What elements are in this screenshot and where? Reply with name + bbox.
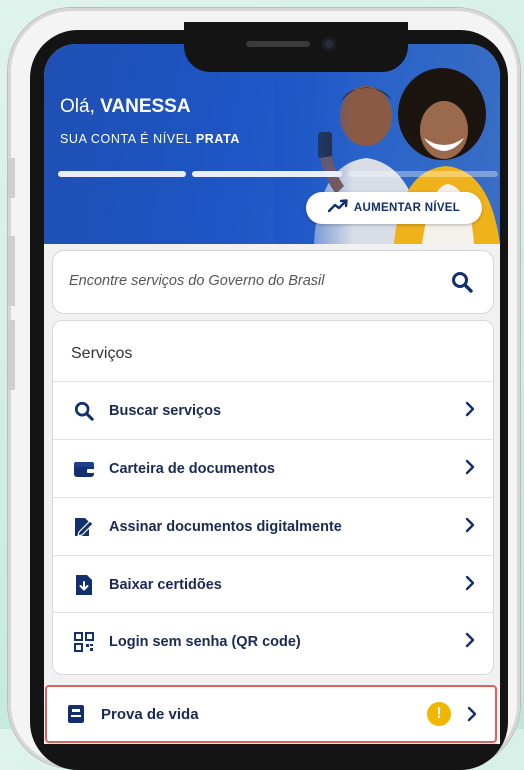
- level-progress-bar: [58, 171, 498, 177]
- greeting-prefix: Olá,: [60, 96, 101, 117]
- progress-segment-silver: [192, 171, 342, 177]
- service-item-assinar-documentos[interactable]: Assinar documentos digitalmente: [53, 497, 493, 556]
- search-bar[interactable]: Encontre serviços do Governo do Brasil: [52, 250, 494, 314]
- service-item-baixar-certidoes[interactable]: Baixar certidões: [53, 555, 493, 614]
- warning-icon: !: [427, 702, 451, 726]
- progress-segment-bronze: [58, 171, 186, 177]
- trending-up-icon: [327, 198, 348, 218]
- phone-side-button: [8, 158, 15, 198]
- search-placeholder: Encontre serviços do Governo do Brasil: [69, 273, 325, 289]
- chevron-right-icon: [465, 632, 475, 653]
- services-title: Serviços: [71, 345, 133, 362]
- download-certificate-icon: [73, 574, 95, 596]
- proof-of-life-item[interactable]: Prova de vida !: [45, 685, 497, 743]
- chevron-right-icon: [465, 459, 475, 480]
- upgrade-level-label: AUMENTAR NÍVEL: [353, 202, 461, 214]
- level-prefix: SUA CONTA É NÍVEL: [60, 132, 196, 146]
- service-item-buscar-servicos[interactable]: Buscar serviços: [53, 381, 493, 440]
- wallet-icon: [73, 458, 95, 480]
- level-name: PRATA: [195, 132, 241, 146]
- services-card: Serviços Buscar serviços Carteira de doc…: [52, 320, 494, 618]
- greeting: Olá, VANESSA: [60, 96, 191, 118]
- sign-document-icon: [73, 516, 95, 538]
- chevron-right-icon: [465, 517, 475, 538]
- search-icon[interactable]: [451, 271, 473, 298]
- account-level: SUA CONTA É NÍVEL PRATA: [60, 132, 240, 146]
- proof-of-life-label: Prova de vida: [101, 705, 199, 723]
- id-card-icon: [65, 703, 87, 725]
- phone-notch: [184, 22, 408, 72]
- service-item-carteira-documentos[interactable]: Carteira de documentos: [53, 439, 493, 498]
- app-screen: Olá, VANESSA SUA CONTA É NÍVEL PRATA AUM…: [44, 44, 500, 744]
- service-item-label: Assinar documentos digitalmente: [109, 519, 342, 535]
- service-item-label: Carteira de documentos: [109, 461, 275, 477]
- hero-banner: Olá, VANESSA SUA CONTA É NÍVEL PRATA AUM…: [44, 44, 500, 244]
- speaker-grille: [246, 41, 310, 47]
- user-name: VANESSA: [100, 96, 191, 117]
- front-camera: [322, 37, 336, 51]
- service-item-label: Baixar certidões: [109, 577, 222, 593]
- service-item-login-qr-code[interactable]: Login sem senha (QR code): [53, 612, 493, 671]
- search-icon: [73, 400, 95, 422]
- phone-volume-up-button: [8, 236, 15, 306]
- chevron-right-icon: [465, 575, 475, 596]
- services-card-tail: Login sem senha (QR code): [52, 612, 494, 675]
- upgrade-level-button[interactable]: AUMENTAR NÍVEL: [306, 192, 482, 224]
- chevron-right-icon: [465, 401, 475, 422]
- chevron-right-icon: [467, 706, 477, 727]
- qr-code-icon: [73, 631, 95, 653]
- phone-volume-down-button: [8, 320, 15, 390]
- service-item-label: Login sem senha (QR code): [109, 634, 301, 650]
- progress-segment-gold: [348, 171, 498, 177]
- service-item-label: Buscar serviços: [109, 403, 222, 419]
